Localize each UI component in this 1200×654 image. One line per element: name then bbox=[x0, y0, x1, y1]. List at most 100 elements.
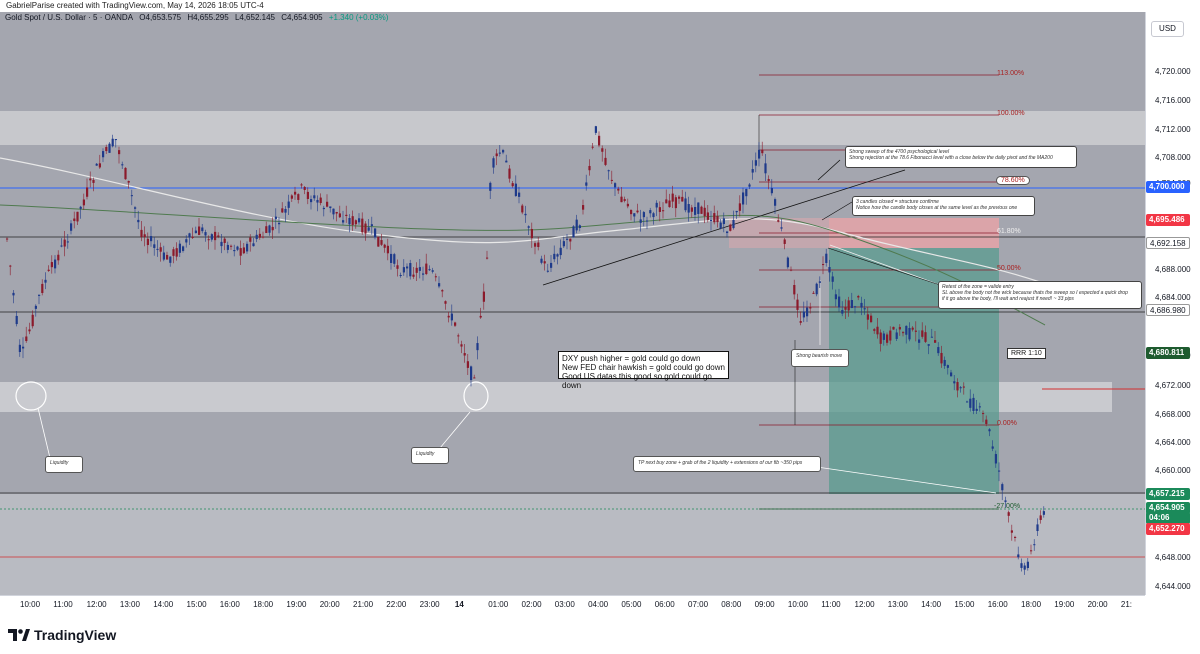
candle-body bbox=[47, 269, 50, 271]
candle-body bbox=[495, 153, 498, 157]
time-tick: 10:00 bbox=[787, 600, 808, 609]
candle-body bbox=[489, 182, 492, 191]
candle-body bbox=[431, 270, 434, 272]
candle-body bbox=[594, 126, 597, 133]
note-fund-line2: New FED chair hawkish = gold could go do… bbox=[562, 363, 725, 372]
note-sweep[interactable]: Strong sweep of the 4700 psychological l… bbox=[845, 146, 1077, 168]
candle-body bbox=[879, 332, 882, 344]
candle-body bbox=[652, 213, 655, 218]
candle-body bbox=[348, 217, 351, 225]
price-tick: 4,644.000 bbox=[1155, 582, 1191, 591]
time-tick: 08:00 bbox=[721, 600, 742, 609]
tradingview-logo[interactable]: TradingView bbox=[8, 627, 116, 643]
candle-body bbox=[82, 199, 85, 206]
candle-body bbox=[476, 343, 479, 351]
candle-body bbox=[374, 228, 377, 238]
candle-body bbox=[905, 325, 908, 335]
candle-body bbox=[562, 241, 565, 247]
note-fund-line3: Good US datas this good so gold could go… bbox=[562, 372, 712, 390]
candle-body bbox=[25, 336, 28, 342]
note-bearish[interactable]: Strong bearish move bbox=[791, 349, 849, 367]
candle-body bbox=[914, 330, 917, 332]
candle-body bbox=[377, 236, 380, 247]
candle-body bbox=[31, 314, 34, 327]
symbol-legend[interactable]: Gold Spot / U.S. Dollar · 5 · OANDA O4,6… bbox=[5, 13, 392, 22]
note-candles[interactable]: 3 candles closed = structure confirme No… bbox=[852, 196, 1035, 216]
note-fundamentals[interactable]: DXY push higher = gold could go down New… bbox=[558, 351, 729, 390]
candle-body bbox=[390, 253, 393, 263]
candle-body bbox=[607, 170, 610, 172]
symbol-name[interactable]: Gold Spot / U.S. Dollar · 5 · OANDA bbox=[5, 13, 133, 22]
note-liquidity-left[interactable]: Liquidity bbox=[45, 456, 83, 473]
candle-body bbox=[748, 184, 751, 187]
callout-line bbox=[37, 407, 51, 459]
candle-body bbox=[991, 446, 994, 449]
time-tick: 20:00 bbox=[319, 600, 340, 609]
candle-body bbox=[601, 148, 604, 152]
price-tick: 4,648.000 bbox=[1155, 553, 1191, 562]
candle-body bbox=[764, 163, 767, 174]
candle-body bbox=[518, 192, 521, 197]
candle-body bbox=[306, 191, 309, 199]
candle-body bbox=[908, 327, 911, 340]
candle-body bbox=[207, 239, 210, 241]
candle-body bbox=[118, 150, 121, 155]
candle-body bbox=[111, 138, 114, 147]
candle-body bbox=[300, 184, 303, 186]
candle-body bbox=[662, 210, 665, 212]
candle-body bbox=[422, 273, 425, 275]
time-tick: 01:00 bbox=[488, 600, 509, 609]
rrr-label[interactable]: RRR 1:10 bbox=[1007, 348, 1046, 359]
candle-body bbox=[745, 188, 748, 197]
candle-body bbox=[108, 143, 111, 153]
candle-body bbox=[854, 306, 857, 308]
fib-50-label: 50.00% bbox=[997, 265, 1021, 272]
candle-body bbox=[364, 223, 367, 234]
candle-body bbox=[588, 165, 591, 171]
candle-body bbox=[105, 146, 108, 152]
candle-body bbox=[799, 321, 802, 323]
candle-body bbox=[591, 146, 594, 148]
candle-body bbox=[60, 245, 63, 247]
candle-body bbox=[210, 234, 213, 240]
candle-body bbox=[777, 220, 780, 222]
candle-body bbox=[857, 296, 860, 298]
candle-body bbox=[633, 213, 636, 217]
price-tick: 4,660.000 bbox=[1155, 466, 1191, 475]
candle-body bbox=[92, 179, 95, 183]
candle-body bbox=[774, 199, 777, 206]
time-tick: 14:00 bbox=[153, 600, 174, 609]
time-tick: 14 bbox=[454, 600, 464, 609]
price-tag: 4,695.486 bbox=[1146, 214, 1190, 226]
price-tick: 4,720.000 bbox=[1155, 67, 1191, 76]
candle-body bbox=[722, 218, 725, 225]
candle-body bbox=[838, 296, 841, 308]
candle-body bbox=[143, 234, 146, 238]
note-liquidity-mid[interactable]: Liquidity bbox=[411, 447, 449, 464]
candle-body bbox=[386, 245, 389, 254]
candle-body bbox=[690, 207, 693, 212]
candle-body bbox=[508, 168, 511, 179]
candle-body bbox=[406, 266, 409, 269]
note-tp[interactable]: TP next buy zone + grab of the 2 liquidi… bbox=[633, 456, 821, 472]
time-tick: 21:00 bbox=[353, 600, 374, 609]
candle-body bbox=[847, 300, 850, 311]
candle-body bbox=[729, 224, 732, 231]
candle-body bbox=[137, 219, 140, 223]
candle-body bbox=[63, 239, 66, 247]
price-tag: 4,652.270 bbox=[1146, 523, 1190, 535]
note-retest[interactable]: Retest of the zone = valide entry SL abo… bbox=[938, 281, 1142, 309]
time-tick: 04:00 bbox=[588, 600, 609, 609]
currency-button[interactable]: USD bbox=[1151, 21, 1184, 37]
candle-body bbox=[242, 247, 245, 254]
candle-body bbox=[882, 333, 885, 340]
candle-body bbox=[393, 254, 396, 264]
candle-body bbox=[646, 220, 649, 222]
candle-body bbox=[863, 308, 866, 310]
price-tick: 4,668.000 bbox=[1155, 410, 1191, 419]
candle-body bbox=[786, 257, 789, 268]
candle-body bbox=[246, 243, 249, 252]
candle-body bbox=[89, 178, 92, 181]
candle-body bbox=[735, 210, 738, 213]
candle-body bbox=[572, 226, 575, 238]
